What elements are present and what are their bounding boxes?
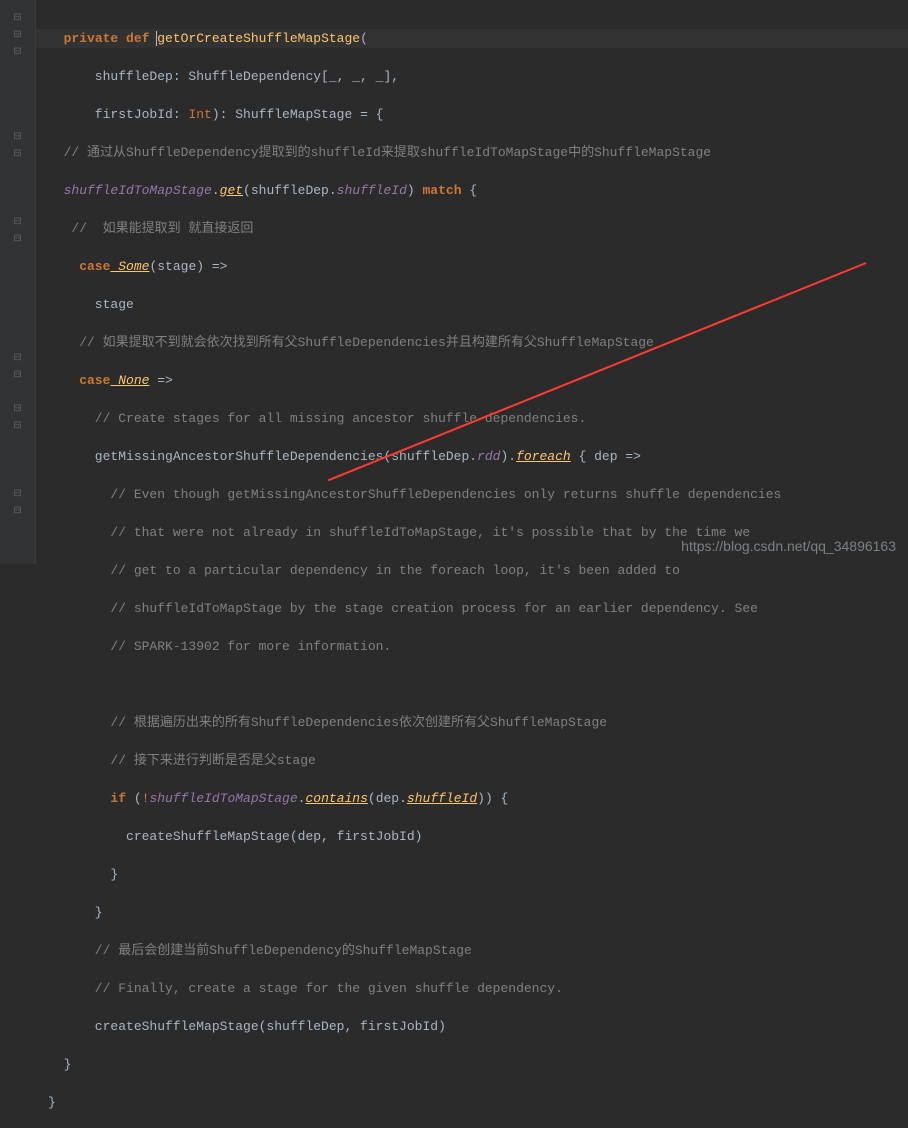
fold-icon [11, 182, 25, 196]
fold-icon[interactable]: ⊟ [11, 29, 25, 43]
code-line[interactable]: case Some(stage) => [48, 257, 908, 276]
fold-icon [11, 165, 25, 179]
fold-icon[interactable]: ⊟ [11, 403, 25, 417]
code-line[interactable]: createShuffleMapStage(shuffleDep, firstJ… [48, 1017, 908, 1036]
fold-icon [11, 114, 25, 128]
code-line[interactable]: createShuffleMapStage(dep, firstJobId) [48, 827, 908, 846]
fold-icon[interactable]: ⊟ [11, 148, 25, 162]
code-line[interactable]: } [48, 865, 908, 884]
method-foreach: foreach [516, 449, 571, 464]
code-comment[interactable]: // 根据遍历出来的所有ShuffleDependencies依次创建所有父Sh… [48, 713, 908, 732]
code-line[interactable]: case None => [48, 371, 908, 390]
code-area[interactable]: private def getOrCreateShuffleMapStage( … [36, 0, 908, 564]
code-comment[interactable]: // shuffleIdToMapStage by the stage crea… [48, 599, 908, 618]
code-line[interactable]: getMissingAncestorShuffleDependencies(sh… [48, 447, 908, 466]
method-get: get [220, 183, 243, 198]
fold-icon[interactable]: ⊟ [11, 233, 25, 247]
fold-icon[interactable]: ⊟ [11, 488, 25, 502]
code-line[interactable]: private def getOrCreateShuffleMapStage( [36, 29, 908, 48]
fold-icon [11, 437, 25, 451]
method-name: getOrCreateShuffleMapStage [157, 31, 360, 46]
code-comment[interactable]: // SPARK-13902 for more information. [48, 637, 908, 656]
code-line[interactable]: } [48, 1093, 908, 1112]
fold-icon[interactable]: ⊟ [11, 12, 25, 26]
prop-shuffleid: shuffleId [407, 791, 477, 806]
code-line[interactable]: firstJobId: Int): ShuffleMapStage = { [48, 105, 908, 124]
fold-icon [11, 250, 25, 264]
keyword-match: match [423, 183, 462, 198]
fold-icon[interactable]: ⊟ [11, 505, 25, 519]
fold-icon [11, 318, 25, 332]
fold-icon [11, 386, 25, 400]
fold-icon [11, 97, 25, 111]
code-comment[interactable]: // 如果能提取到 就直接返回 [48, 219, 908, 238]
code-comment[interactable]: // Finally, create a stage for the given… [48, 979, 908, 998]
code-comment[interactable]: // 最后会创建当前ShuffleDependency的ShuffleMapSt… [48, 941, 908, 960]
code-comment[interactable]: // Create stages for all missing ancesto… [48, 409, 908, 428]
code-comment[interactable]: // 通过从ShuffleDependency提取到的shuffleId来提取s… [48, 143, 908, 162]
fold-icon[interactable]: ⊟ [11, 46, 25, 60]
editor-container: ⊟ ⊟ ⊟ ⊟ ⊟ ⊟ ⊟ ⊟ ⊟ ⊟ ⊟ ⊟ ⊟ private def ge… [0, 0, 908, 564]
code-line[interactable]: if (!shuffleIdToMapStage.contains(dep.sh… [48, 789, 908, 808]
code-line-empty[interactable] [48, 675, 908, 694]
fold-icon [11, 454, 25, 468]
code-comment[interactable]: // 接下来进行判断是否是父stage [48, 751, 908, 770]
code-line[interactable]: } [48, 903, 908, 922]
fold-icon[interactable]: ⊟ [11, 216, 25, 230]
code-line[interactable]: } [48, 1055, 908, 1074]
fold-icon [11, 284, 25, 298]
gutter: ⊟ ⊟ ⊟ ⊟ ⊟ ⊟ ⊟ ⊟ ⊟ ⊟ ⊟ ⊟ ⊟ [0, 0, 36, 564]
fold-icon [11, 471, 25, 485]
code-line[interactable]: shuffleDep: ShuffleDependency[_, _, _], [48, 67, 908, 86]
fold-icon[interactable]: ⊟ [11, 352, 25, 366]
fold-icon [11, 199, 25, 213]
fold-icon[interactable]: ⊟ [11, 131, 25, 145]
type-int: Int [188, 107, 211, 122]
pattern-none: None [110, 373, 149, 388]
code-line[interactable]: shuffleIdToMapStage.get(shuffleDep.shuff… [48, 181, 908, 200]
fold-icon [11, 267, 25, 281]
fold-icon [11, 301, 25, 315]
keyword-def: def [126, 31, 149, 46]
fold-icon [11, 335, 25, 349]
method-contains: contains [305, 791, 367, 806]
code-comment[interactable]: // 如果提取不到就会依次找到所有父ShuffleDependencies并且构… [48, 333, 908, 352]
fold-icon[interactable]: ⊟ [11, 369, 25, 383]
keyword-private: private [64, 31, 119, 46]
pattern-some: Some [110, 259, 149, 274]
fold-icon [11, 80, 25, 94]
fold-icon[interactable]: ⊟ [11, 420, 25, 434]
fold-icon [11, 63, 25, 77]
code-line[interactable]: stage [48, 295, 908, 314]
code-comment[interactable]: // Even though getMissingAncestorShuffle… [48, 485, 908, 504]
watermark-text: https://blog.csdn.net/qq_34896163 [681, 537, 896, 556]
